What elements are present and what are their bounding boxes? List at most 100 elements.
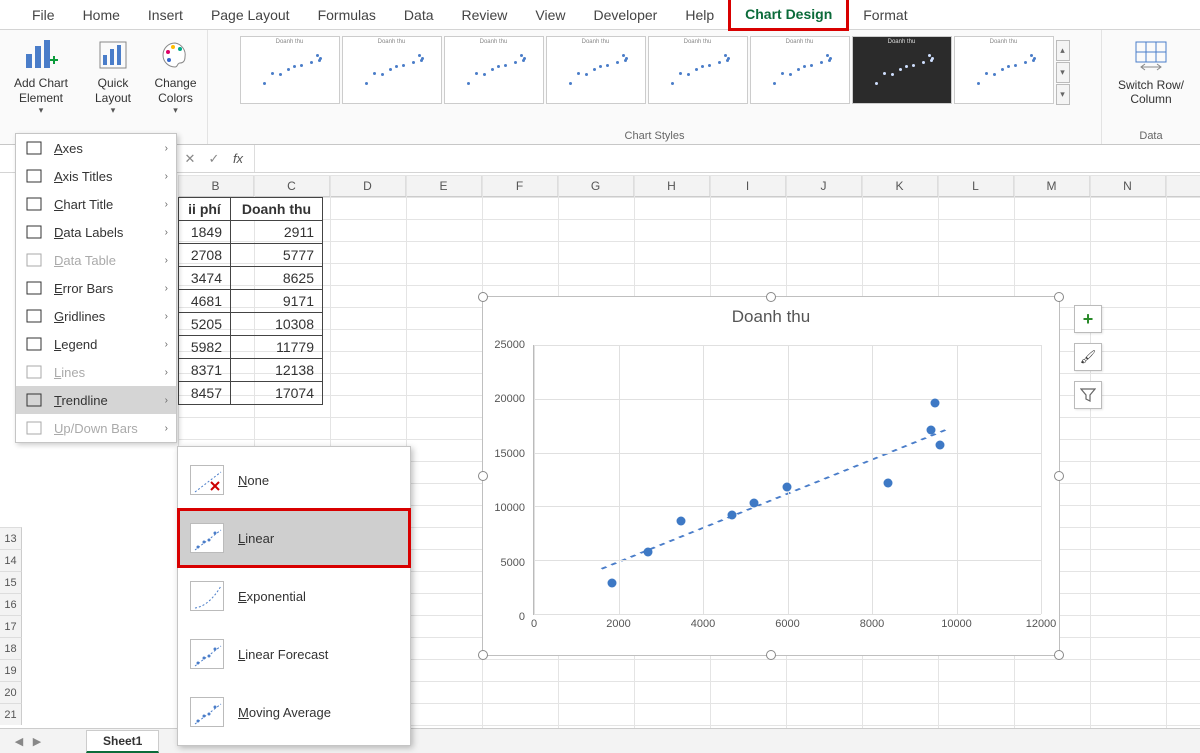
menu-item-data-labels[interactable]: Data Labels›	[16, 218, 176, 246]
chart-resize-handle[interactable]	[478, 650, 488, 660]
chart-resize-handle[interactable]	[1054, 471, 1064, 481]
menu-item-legend[interactable]: Legend›	[16, 330, 176, 358]
row-header[interactable]: 20	[0, 681, 22, 703]
gridlines-icon	[24, 308, 44, 324]
chart-resize-handle[interactable]	[1054, 292, 1064, 302]
table-header-b[interactable]: Doanh thu	[231, 198, 323, 221]
row-header[interactable]: 18	[0, 637, 22, 659]
ribbon-tab-insert[interactable]: Insert	[134, 1, 197, 29]
ribbon-tab-home[interactable]: Home	[69, 1, 134, 29]
table-row[interactable]: 520510308	[179, 313, 323, 336]
chart-data-point[interactable]	[931, 399, 940, 408]
trendline-option-linear[interactable]: Linear	[178, 509, 410, 567]
chart-style-thumb[interactable]: Doanh thu	[954, 36, 1054, 104]
table-row[interactable]: 837112138	[179, 359, 323, 382]
ribbon-tab-developer[interactable]: Developer	[580, 1, 672, 29]
chart-resize-handle[interactable]	[1054, 650, 1064, 660]
formula-input[interactable]	[254, 145, 1200, 172]
table-row[interactable]: 598211779	[179, 336, 323, 359]
menu-item-axes[interactable]: Axes›	[16, 134, 176, 162]
chart-elements-button[interactable]: +	[1074, 305, 1102, 333]
chart-style-thumb[interactable]: Doanh thu	[240, 36, 340, 104]
add-chart-element-button[interactable]: Add Chart Element ▾	[8, 32, 74, 120]
chart-style-thumb[interactable]: Doanh thu	[342, 36, 442, 104]
row-header[interactable]: 13	[0, 527, 22, 549]
table-row[interactable]: 845717074	[179, 382, 323, 405]
data-table-icon	[24, 252, 44, 268]
chart-data-point[interactable]	[727, 511, 736, 520]
ribbon-tab-chart-design[interactable]: Chart Design	[728, 0, 849, 31]
chart-data-point[interactable]	[676, 517, 685, 526]
sheet-nav-next[interactable]: ▶	[28, 735, 46, 748]
ribbon-tab-view[interactable]: View	[521, 1, 579, 29]
chart-styles-group-label: Chart Styles	[208, 130, 1101, 142]
x-axis-tick: 6000	[775, 614, 799, 630]
table-row[interactable]: 27085777	[179, 244, 323, 267]
trendline-option-linear-forecast[interactable]: Linear Forecast	[178, 625, 410, 683]
table-row[interactable]: 18492911	[179, 221, 323, 244]
chart-style-thumb[interactable]: Doanh thu	[546, 36, 646, 104]
chart-data-point[interactable]	[935, 441, 944, 450]
ribbon-tab-page-layout[interactable]: Page Layout	[197, 1, 304, 29]
embedded-chart[interactable]: Doanh thu 020004000600080001000012000 05…	[482, 296, 1060, 656]
row-header[interactable]: 19	[0, 659, 22, 681]
row-header[interactable]: 15	[0, 571, 22, 593]
row-header[interactable]: 17	[0, 615, 22, 637]
row-header[interactable]: 21	[0, 703, 22, 725]
menu-item-axis-titles[interactable]: Axis Titles›	[16, 162, 176, 190]
ribbon-tab-file[interactable]: File	[18, 1, 69, 29]
chart-data-point[interactable]	[749, 499, 758, 508]
style-scroll-down[interactable]: ▾	[1056, 84, 1070, 105]
row-header[interactable]: 16	[0, 593, 22, 615]
sheet-tab[interactable]: Sheet1	[86, 730, 159, 753]
table-row[interactable]: 34748625	[179, 267, 323, 290]
fx-icon[interactable]: fx	[226, 151, 250, 166]
ribbon-tab-formulas[interactable]: Formulas	[304, 1, 390, 29]
trendline-option-none[interactable]: None	[178, 451, 410, 509]
menu-item-label: Axes	[54, 141, 83, 156]
trendline-option-moving-average[interactable]: Moving Average	[178, 683, 410, 741]
updown-bars-icon	[24, 420, 44, 436]
trendline-option-exponential[interactable]: Exponential	[178, 567, 410, 625]
style-scroll-up[interactable]: ▴	[1056, 40, 1070, 61]
ribbon-tab-help[interactable]: Help	[671, 1, 728, 29]
chart-data-point[interactable]	[608, 578, 617, 587]
chart-resize-handle[interactable]	[478, 292, 488, 302]
chart-trendline[interactable]	[602, 429, 948, 569]
chart-styles-button[interactable]: 🖌	[1074, 343, 1102, 371]
chart-style-thumb[interactable]: Doanh thu	[750, 36, 850, 104]
row-header[interactable]: 14	[0, 549, 22, 571]
ribbon-tab-data[interactable]: Data	[390, 1, 448, 29]
chevron-right-icon: ›	[165, 199, 168, 210]
formula-cancel-icon[interactable]: ✕	[178, 151, 202, 167]
chart-data-point[interactable]	[927, 426, 936, 435]
change-colors-button[interactable]: Change Colors ▾	[148, 32, 202, 120]
chart-style-thumb[interactable]: Doanh thu	[444, 36, 544, 104]
switch-row-col-icon	[1135, 36, 1167, 76]
menu-item-trendline[interactable]: Trendline›	[16, 386, 176, 414]
switch-row-column-button[interactable]: Switch Row/ Column	[1112, 32, 1190, 120]
ribbon-tab-review[interactable]: Review	[448, 1, 522, 29]
table-row[interactable]: 46819171	[179, 290, 323, 313]
chart-resize-handle[interactable]	[478, 471, 488, 481]
chart-data-point[interactable]	[644, 547, 653, 556]
chart-data-point[interactable]	[883, 479, 892, 488]
menu-item-gridlines[interactable]: Gridlines›	[16, 302, 176, 330]
chart-resize-handle[interactable]	[766, 292, 776, 302]
chart-plot-area[interactable]: 020004000600080001000012000	[533, 345, 1041, 615]
menu-item-error-bars[interactable]: Error Bars›	[16, 274, 176, 302]
menu-item-chart-title[interactable]: Chart Title›	[16, 190, 176, 218]
chart-data-point[interactable]	[782, 483, 791, 492]
chart-filters-button[interactable]	[1074, 381, 1102, 409]
ribbon-tab-format[interactable]: Format	[849, 1, 921, 29]
chart-style-thumb[interactable]: Doanh thu	[852, 36, 952, 104]
chart-style-thumb[interactable]: Doanh thu	[648, 36, 748, 104]
data-table: ii phíDoanh thu 184929112708577734748625…	[178, 197, 323, 405]
formula-enter-icon[interactable]: ✓	[202, 151, 226, 167]
sheet-nav-prev[interactable]: ◀	[10, 735, 28, 748]
style-scroll-down[interactable]: ▾	[1056, 62, 1070, 83]
table-header-a[interactable]: ii phí	[179, 198, 231, 221]
quick-layout-button[interactable]: Quick Layout ▾	[89, 32, 137, 120]
chart-title[interactable]: Doanh thu	[483, 297, 1059, 331]
chart-resize-handle[interactable]	[766, 650, 776, 660]
